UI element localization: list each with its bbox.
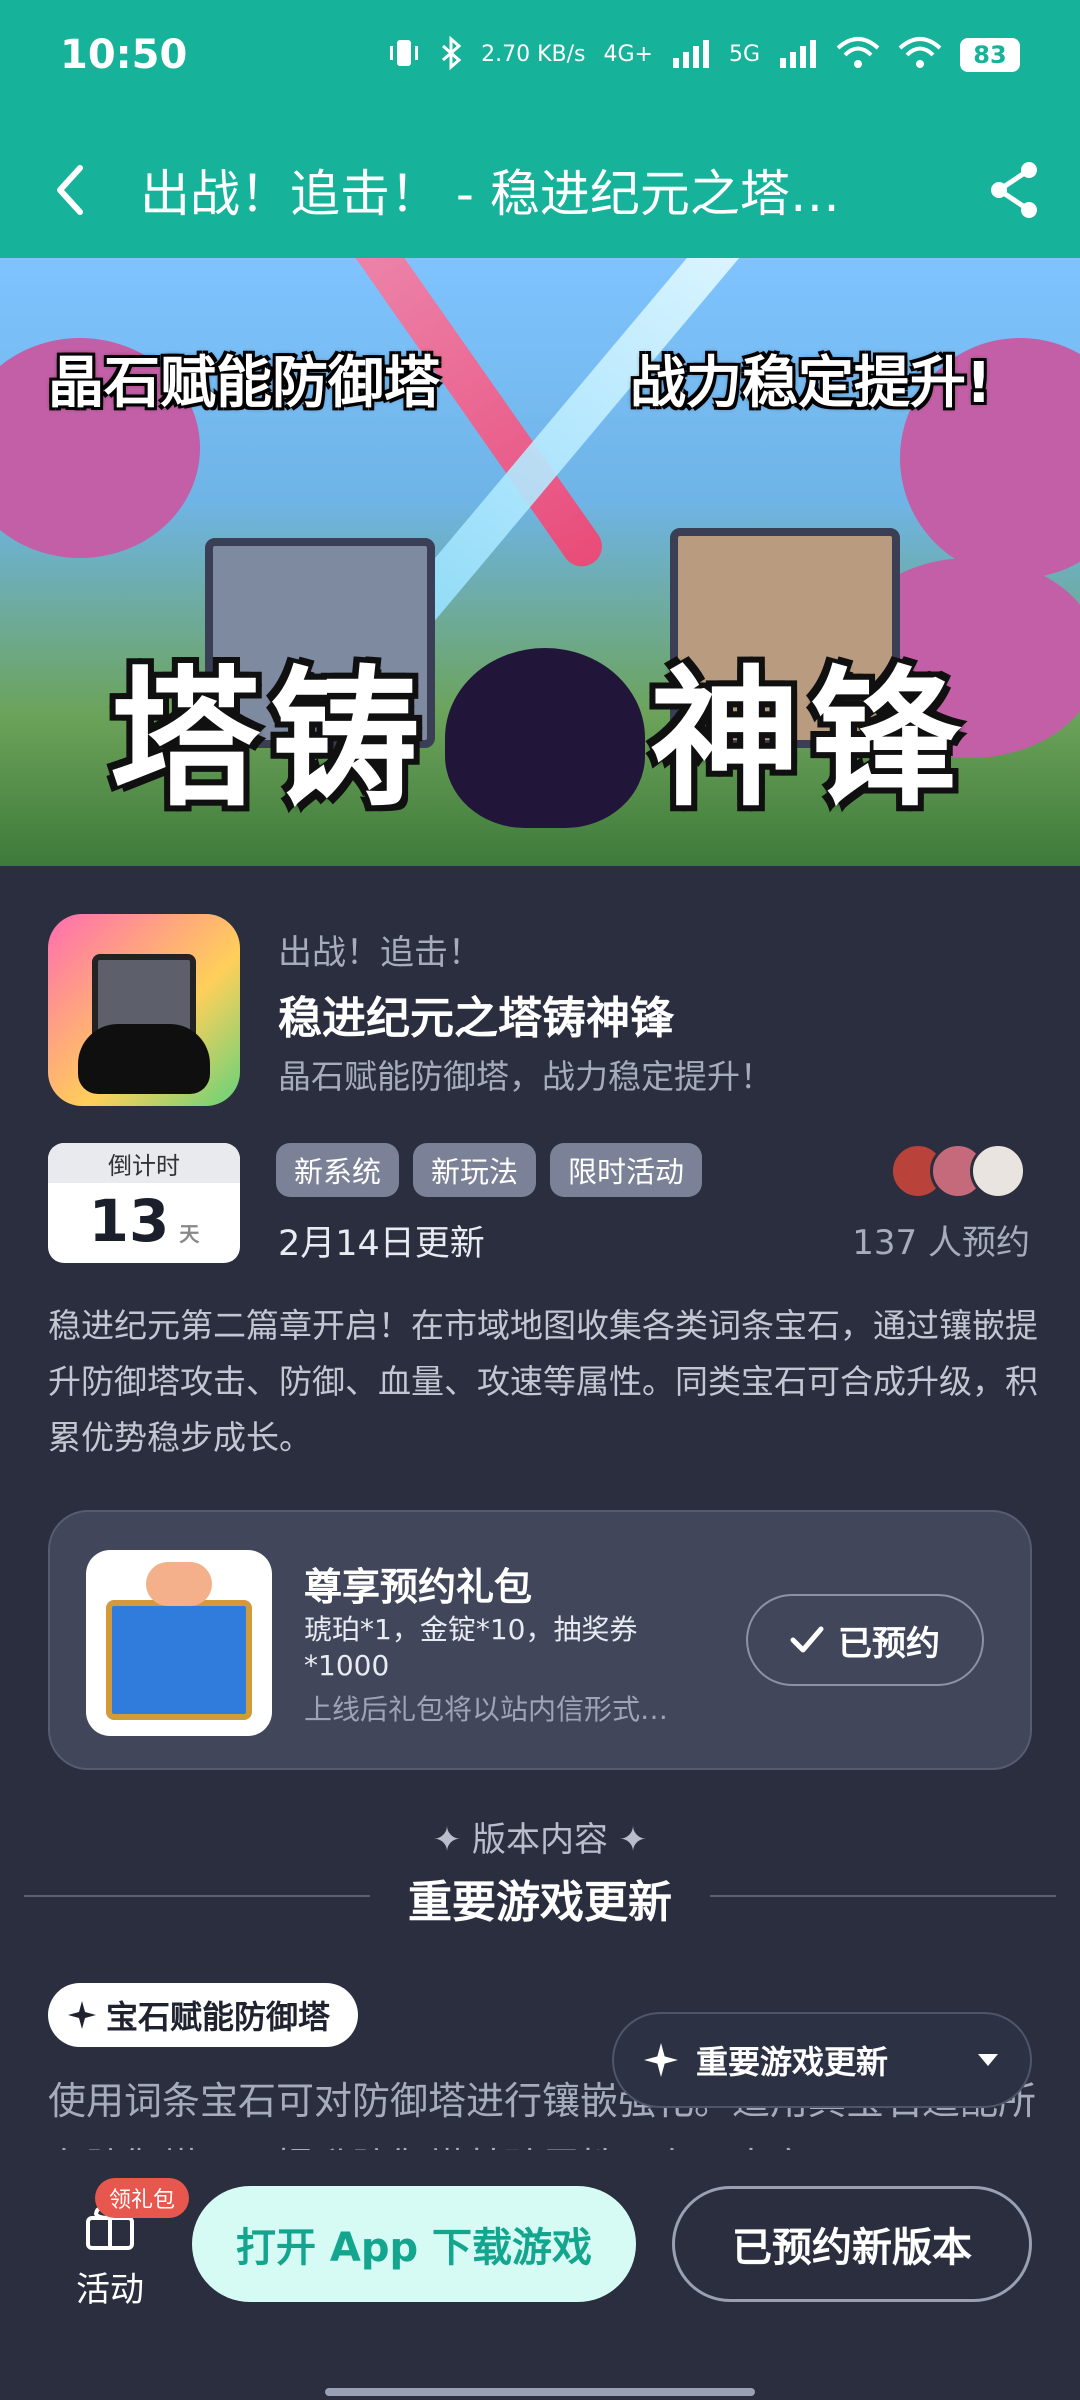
signal-icon-2 [778, 38, 818, 72]
countdown-number: 13 [88, 1187, 170, 1255]
tag-list: 新系统 新玩法 限时活动 [276, 1143, 703, 1197]
app-icon [48, 914, 240, 1106]
version-section-label: ✦ 版本内容 ✦ [432, 1820, 648, 1860]
game-banner[interactable]: 晶石赋能防御塔 战力稳定提升! 塔铸 神锋 [0, 258, 1080, 866]
feature-chip-label: 宝石赋能防御塔 [106, 1998, 331, 2036]
banner-slime-mascot [445, 648, 645, 828]
chevron-left-icon [57, 165, 83, 215]
gift-box-body [106, 1600, 252, 1720]
gift-badge: 领礼包 [95, 2178, 190, 2218]
countdown-value: 13 天 [48, 1187, 240, 1255]
sparkle-icon [68, 2001, 96, 2029]
wifi-icon-2 [898, 36, 942, 74]
activity-label: 活动 [76, 2270, 144, 2310]
bluetooth-icon [439, 35, 463, 74]
version-title: 重要游戏更新 [408, 1877, 672, 1928]
tag[interactable]: 新系统 [276, 1143, 400, 1197]
status-time: 10:50 [60, 32, 188, 78]
gift-button-label: 已预约 [838, 1623, 940, 1664]
reserve-count: 137 人预约 [852, 1223, 1030, 1263]
update-date: 2月14日更新 [278, 1224, 485, 1264]
vibrate-icon [387, 36, 421, 74]
home-indicator[interactable] [325, 2388, 755, 2396]
countdown-unit: 天 [179, 1222, 200, 1246]
tag[interactable]: 限时活动 [550, 1143, 703, 1197]
app-slogan: 晶石赋能防御塔，战力稳定提升！ [278, 1057, 773, 1096]
signal-icon [671, 38, 711, 72]
gift-note: 上线后礼包将以站内信形式… [304, 1693, 669, 1726]
section-jump-dropdown[interactable]: 重要游戏更新 [612, 2012, 1032, 2108]
sparkle-icon [644, 2043, 678, 2077]
reserver-avatars[interactable] [890, 1143, 1030, 1199]
check-icon [790, 1626, 824, 1653]
banner-slogan-left: 晶石赋能防御塔 [48, 351, 440, 416]
tag[interactable]: 新玩法 [413, 1143, 537, 1197]
game-description: 稳进纪元第二篇章开启！在市域地图收集各类词条宝石，通过镶嵌提升防御塔攻击、防御、… [48, 1306, 1038, 1457]
app-subtitle: 出战！追击！ [278, 933, 482, 973]
booked-version-button[interactable]: 已预约新版本 [672, 2186, 1032, 2302]
wifi-icon [836, 36, 880, 74]
gift-reserved-button[interactable]: 已预约 [746, 1594, 984, 1686]
avatar [970, 1143, 1026, 1199]
network-5g: 5G [728, 42, 760, 67]
open-app-button[interactable]: 打开 App 下载游戏 [192, 2186, 636, 2302]
reserve-gift-card[interactable]: 尊享预约礼包 琥珀*1，金锭*10，抽奖券*1000 上线后礼包将以站内信形式…… [48, 1510, 1032, 1770]
status-icons: 2.70 KB/s 4G+ 5G 83 [387, 35, 1020, 74]
banner-logo-right: 神锋 [650, 653, 971, 827]
status-bar: 10:50 2.70 KB/s 4G+ 5G 83 [0, 0, 1080, 110]
countdown-card: 倒计时 13 天 [48, 1143, 240, 1263]
countdown-label: 倒计时 [48, 1143, 240, 1183]
nav-header: 出战！追击！ - 稳进纪元之塔… [0, 130, 1080, 250]
gift-box-bow [146, 1562, 212, 1606]
battery-indicator: 83 [960, 38, 1020, 72]
net-speed: 2.70 KB/s [481, 42, 586, 67]
app-name: 稳进纪元之塔铸神锋 [278, 993, 674, 1044]
banner-logo-left: 塔铸 [110, 653, 431, 827]
section-jump-label: 重要游戏更新 [696, 2043, 889, 2081]
gift-box-image [86, 1550, 272, 1736]
feature-chip: 宝石赋能防御塔 [48, 1983, 359, 2047]
network-4g: 4G+ [603, 42, 653, 67]
app-icon-slime [78, 1024, 210, 1094]
share-icon [991, 162, 1037, 218]
back-button[interactable] [0, 130, 140, 250]
gift-items: 琥珀*1，金锭*10，抽奖券*1000 [304, 1613, 638, 1682]
caret-down-icon [978, 2054, 998, 2066]
share-button[interactable] [950, 130, 1080, 250]
banner-slogan-right: 战力稳定提升! [630, 351, 992, 416]
gift-title: 尊享预约礼包 [304, 1565, 533, 1609]
page-title: 出战！追击！ - 稳进纪元之塔… [140, 165, 840, 223]
app-header-bar: 10:50 2.70 KB/s 4G+ 5G 83 出战！追击！ - 稳进纪元之… [0, 0, 1080, 258]
